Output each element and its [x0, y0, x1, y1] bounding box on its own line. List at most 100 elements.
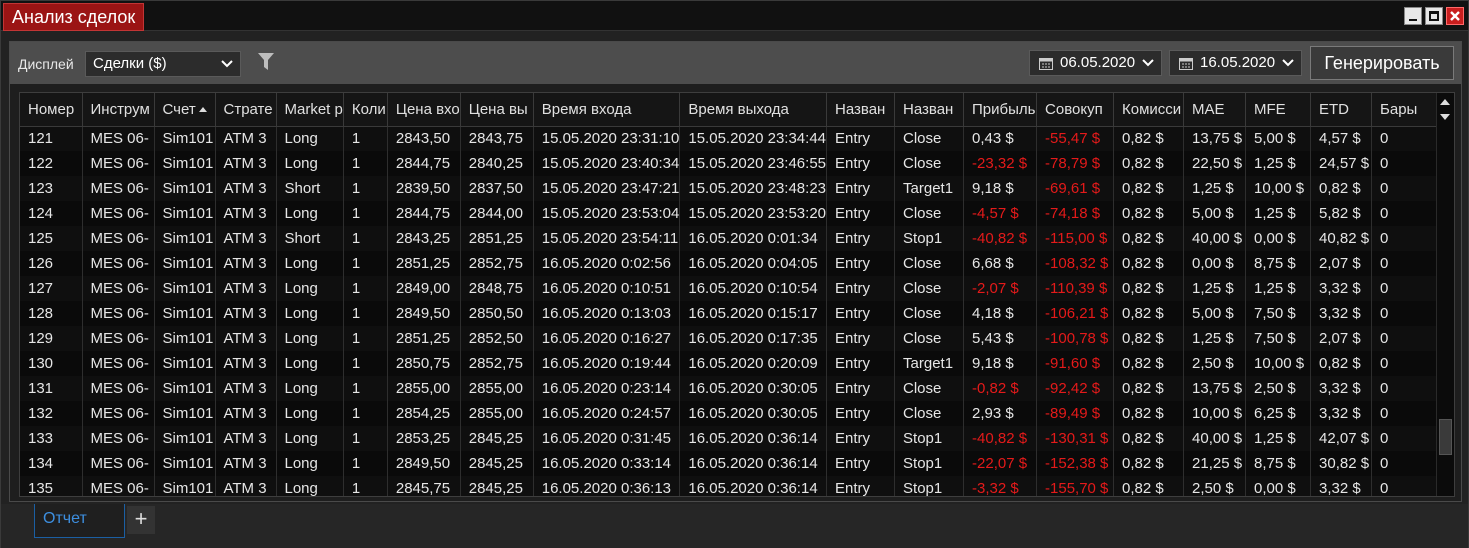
table-cell: 16.05.2020 0:17:35 [679, 326, 828, 351]
table-row[interactable]: 121 MES 06- Sim101 ATM 3 Long 1 2843,50 2843,75… [20, 126, 1439, 151]
table-cell: 0,82 $ [1310, 351, 1373, 376]
table-cell: 7,50 $ [1245, 326, 1312, 351]
table-cell: 2849,00 [387, 276, 461, 301]
table-cell: 2845,25 [460, 476, 534, 496]
table-cell: 16.05.2020 0:30:05 [679, 401, 828, 426]
maximize-button[interactable] [1425, 7, 1443, 25]
column-header[interactable]: Market p [276, 93, 344, 127]
scrollbar-thumb[interactable] [1439, 419, 1452, 455]
table-row[interactable]: 127 MES 06- Sim101 ATM 3 Long 1 2849,00 2848,75… [20, 276, 1439, 301]
table-row[interactable]: 135 MES 06- Sim101 ATM 3 Long 1 2845,75 2845,25… [20, 476, 1439, 496]
minimize-button[interactable] [1404, 7, 1422, 25]
column-header[interactable]: Номер [20, 93, 83, 127]
table-cell: Long [276, 351, 344, 376]
table-row[interactable]: 132 MES 06- Sim101 ATM 3 Long 1 2854,25 2855,00… [20, 401, 1439, 426]
column-header[interactable]: Инструм [82, 93, 155, 127]
table-cell: Sim101 [154, 401, 216, 426]
table-cell: 16.05.2020 0:24:57 [533, 401, 681, 426]
column-header[interactable]: ETD [1310, 93, 1373, 127]
table-row[interactable]: 124 MES 06- Sim101 ATM 3 Long 1 2844,75 2844,00… [20, 201, 1439, 226]
table-cell: 3,32 $ [1310, 276, 1373, 301]
table-cell: -4,57 $ [963, 201, 1038, 226]
table-cell: ATM 3 [215, 301, 277, 326]
vertical-scrollbar[interactable] [1436, 93, 1454, 496]
report-panel: Дисплей Сделки ($) 06.05.2020 16.05.2020… [9, 41, 1462, 502]
display-select[interactable]: Сделки ($) [85, 51, 241, 77]
table-cell: Entry [826, 426, 896, 451]
table-row[interactable]: 129 MES 06- Sim101 ATM 3 Long 1 2851,25 2852,50… [20, 326, 1439, 351]
column-header[interactable]: Назван [826, 93, 896, 127]
tab-report[interactable]: Отчет [34, 504, 125, 538]
table-cell: 2844,75 [387, 201, 461, 226]
column-header[interactable]: MFE [1245, 93, 1312, 127]
table-row[interactable]: 133 MES 06- Sim101 ATM 3 Long 1 2853,25 2845,25… [20, 426, 1439, 451]
table-cell: -3,32 $ [963, 476, 1038, 496]
scroll-down-icon[interactable] [1440, 114, 1450, 121]
column-header-label: Номер [28, 100, 75, 118]
table-row[interactable]: 128 MES 06- Sim101 ATM 3 Long 1 2849,50 2850,50… [20, 301, 1439, 326]
column-header[interactable]: Счет [154, 93, 216, 127]
table-cell: 15.05.2020 23:34:44 [679, 126, 828, 151]
table-row[interactable]: 125 MES 06- Sim101 ATM 3 Short 1 2843,25 2851,2… [20, 226, 1439, 251]
table-cell: 3,32 $ [1310, 476, 1373, 496]
table-cell: 10,00 $ [1245, 176, 1312, 201]
column-header-label: Страте [223, 100, 273, 118]
window-title: Анализ сделок [3, 3, 145, 31]
table-cell: 131 [20, 376, 83, 401]
table-cell: 16.05.2020 0:01:34 [679, 226, 828, 251]
table-cell: 0 [1371, 201, 1439, 226]
column-header[interactable]: Совокуп [1036, 93, 1115, 127]
table-cell: 0 [1371, 226, 1439, 251]
column-header[interactable]: Время выхода [679, 93, 828, 127]
table-cell: Entry [826, 276, 896, 301]
table-cell: -155,70 $ [1036, 476, 1115, 496]
table-row[interactable]: 130 MES 06- Sim101 ATM 3 Long 1 2850,75 2852,75… [20, 351, 1439, 376]
column-header[interactable]: Цена вы [460, 93, 534, 127]
table-cell: 2,93 $ [963, 401, 1038, 426]
column-header[interactable]: Прибыль [963, 93, 1038, 127]
table-cell: Close [894, 276, 965, 301]
table-cell: 0 [1371, 151, 1439, 176]
table-cell: -108,32 $ [1036, 251, 1115, 276]
column-header[interactable]: Время входа [533, 93, 681, 127]
table-row[interactable]: 123 MES 06- Sim101 ATM 3 Short 1 2839,50 2837,5… [20, 176, 1439, 201]
table-cell: 16.05.2020 0:33:14 [533, 451, 681, 476]
table-cell: 123 [20, 176, 83, 201]
table-row[interactable]: 131 MES 06- Sim101 ATM 3 Long 1 2855,00 2855,00… [20, 376, 1439, 401]
table-cell: ATM 3 [215, 251, 277, 276]
table-cell: 1 [343, 276, 388, 301]
table-row[interactable]: 122 MES 06- Sim101 ATM 3 Long 1 2844,75 2840,25… [20, 151, 1439, 176]
table-cell: 1 [343, 226, 388, 251]
date-from-picker[interactable]: 06.05.2020 [1029, 50, 1162, 76]
column-header[interactable]: Коли [343, 93, 388, 127]
column-header[interactable]: Бары [1371, 93, 1439, 127]
date-to-picker[interactable]: 16.05.2020 [1169, 50, 1302, 76]
column-header[interactable]: Цена вхо [387, 93, 461, 127]
table-cell: Close [894, 151, 965, 176]
scroll-up-icon[interactable] [1440, 98, 1450, 105]
table-cell: 2854,25 [387, 401, 461, 426]
table-cell: 7,50 $ [1245, 301, 1312, 326]
filter-icon[interactable] [258, 53, 274, 71]
column-header-label: Инструм [90, 100, 150, 118]
column-header[interactable]: Комисси [1113, 93, 1185, 127]
table-row[interactable]: 134 MES 06- Sim101 ATM 3 Long 1 2849,50 2845,25… [20, 451, 1439, 476]
add-tab-button[interactable]: + [127, 506, 155, 534]
table-cell: 2855,00 [460, 376, 534, 401]
column-header-label: Время входа [541, 100, 632, 118]
table-cell: 15.05.2020 23:40:34 [533, 151, 681, 176]
table-cell: 5,82 $ [1310, 201, 1373, 226]
column-header[interactable]: Назван [894, 93, 965, 127]
table-row[interactable]: 126 MES 06- Sim101 ATM 3 Long 1 2851,25 2852,75… [20, 251, 1439, 276]
table-cell: 2843,75 [460, 126, 534, 151]
table-cell: 2843,50 [387, 126, 461, 151]
close-button[interactable] [1446, 7, 1464, 25]
column-header[interactable]: MAE [1183, 93, 1247, 127]
date-from-value: 06.05.2020 [1060, 54, 1136, 71]
column-header[interactable]: Страте [215, 93, 277, 127]
table-cell: 5,00 $ [1183, 201, 1247, 226]
table-cell: 10,00 $ [1183, 401, 1247, 426]
table-cell: 0 [1371, 301, 1439, 326]
table-cell: Sim101 [154, 301, 216, 326]
generate-button[interactable]: Генерировать [1310, 46, 1454, 80]
